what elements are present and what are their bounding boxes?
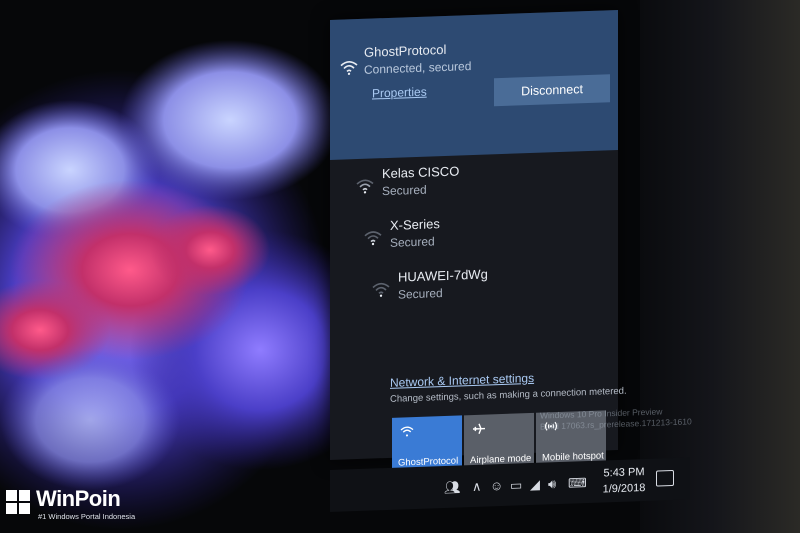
- monitor-bezel: [640, 0, 800, 533]
- disconnect-button[interactable]: Disconnect: [494, 74, 610, 107]
- wifi-icon: [356, 179, 374, 194]
- network-item-x-series[interactable]: X-Series Secured: [330, 204, 618, 264]
- windows-logo-icon: [6, 490, 30, 514]
- properties-link[interactable]: Properties: [372, 85, 427, 101]
- network-status: Secured: [382, 182, 427, 199]
- chevron-up-icon[interactable]: ∧: [472, 479, 482, 495]
- airplane-icon: [473, 423, 485, 435]
- network-item-kelas-cisco[interactable]: Kelas CISCO Secured: [330, 152, 618, 212]
- network-item-huawei[interactable]: HUAWEI-7dWg Secured: [330, 256, 618, 316]
- wifi-icon: [400, 426, 414, 437]
- winpoin-logo: WinPoin #1 Windows Portal Indonesia: [4, 486, 135, 521]
- battery-icon[interactable]: ▭: [510, 477, 522, 493]
- network-name: Kelas CISCO: [382, 163, 460, 182]
- network-status: Secured: [398, 286, 443, 302]
- volume-icon[interactable]: 🔊︎: [548, 476, 556, 492]
- network-settings-link[interactable]: Network & Internet settings: [390, 371, 534, 390]
- clock-date: 1/9/2018: [602, 481, 646, 496]
- people-icon[interactable]: 👥︎: [444, 479, 461, 496]
- wifi-icon: [364, 231, 382, 246]
- network-flyout: GhostProtocol Connected, secured Propert…: [330, 9, 627, 474]
- taskbar-clock[interactable]: 5:43 PM 1/9/2018: [592, 464, 656, 498]
- network-name: HUAWEI-7dWg: [398, 266, 488, 285]
- wifi-icon: [372, 282, 390, 297]
- action-center-icon[interactable]: [656, 469, 674, 487]
- wifi-icon: [340, 61, 358, 76]
- connected-network-panel[interactable]: GhostProtocol Connected, secured Propert…: [330, 9, 618, 160]
- network-name: X-Series: [390, 216, 440, 233]
- connected-network-status: Connected, secured: [364, 59, 472, 77]
- logo-tagline: #1 Windows Portal Indonesia: [38, 512, 136, 521]
- connected-network-name: GhostProtocol: [364, 41, 447, 60]
- network-tray-icon[interactable]: ◢: [530, 477, 540, 493]
- logo-name: WinPoin: [36, 486, 121, 511]
- network-status: Secured: [390, 234, 435, 250]
- keyboard-icon[interactable]: ⌨: [568, 475, 587, 492]
- emoji-icon[interactable]: ☺: [490, 478, 503, 493]
